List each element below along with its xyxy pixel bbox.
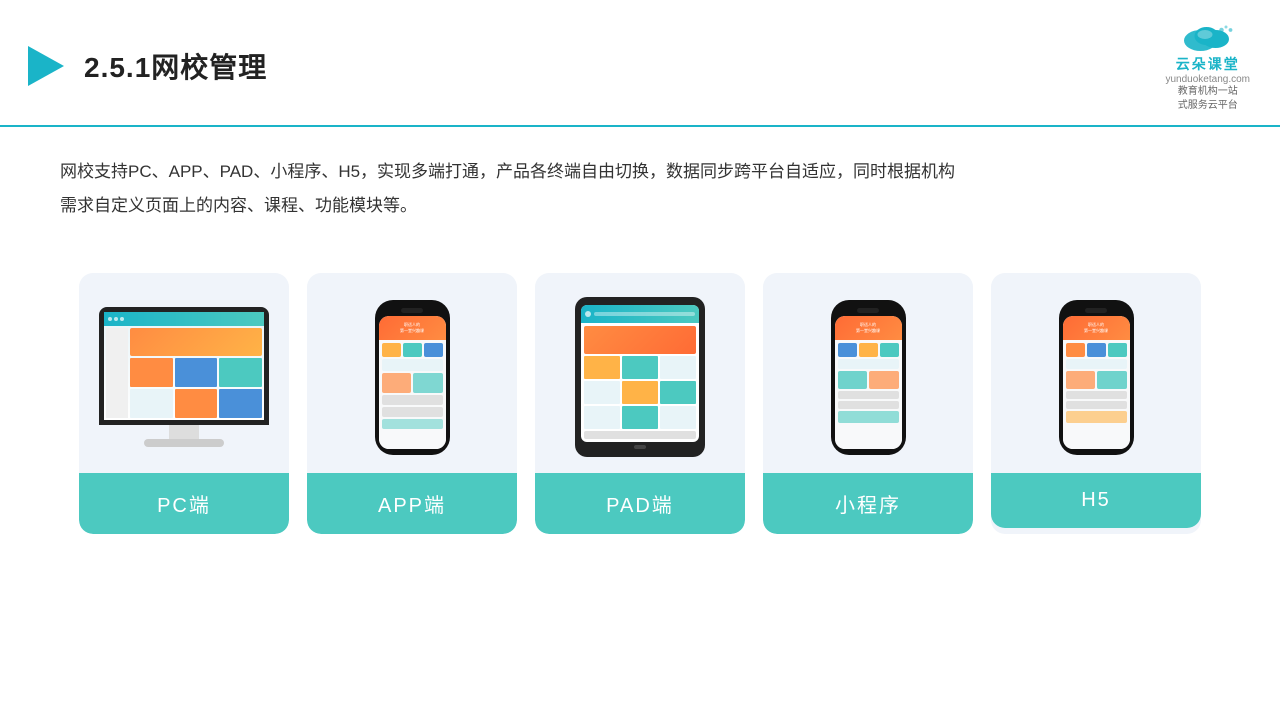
card-app-label: APP端 [307, 473, 517, 534]
logo-domain: yunduoketang.com [1165, 74, 1250, 85]
header-left: 2.5.1网校管理 [20, 42, 267, 90]
phone-miniapp: 职适人的第一堂兴趣课 [831, 300, 906, 455]
card-app: 职适人的第一堂兴趣课 [307, 273, 517, 534]
card-pc: PC端 [79, 273, 289, 534]
card-h5-image: 职适人的第一堂兴趣课 [991, 273, 1201, 473]
header: 2.5.1网校管理 云朵课堂 yunduoketang.com 教育机构一站 式… [0, 0, 1280, 127]
logo-name: 云朵课堂 [1176, 54, 1240, 74]
card-h5: 职适人的第一堂兴趣课 [991, 273, 1201, 534]
card-pad-label: PAD端 [535, 473, 745, 534]
phone-app: 职适人的第一堂兴趣课 [375, 300, 450, 455]
description-line2: 需求自定义页面上的内容、课程、功能模块等。 [60, 189, 1220, 223]
play-icon [20, 42, 68, 90]
phone-h5: 职适人的第一堂兴趣课 [1059, 300, 1134, 455]
tablet-pad [575, 297, 705, 457]
logo-sub: 教育机构一站 式服务云平台 [1178, 85, 1238, 113]
description-line1: 网校支持PC、APP、PAD、小程序、H5，实现多端打通，产品各终端自由切换，数… [60, 155, 1220, 189]
card-miniapp: 职适人的第一堂兴趣课 [763, 273, 973, 534]
cards-container: PC端 职适人的第一堂兴趣课 [0, 243, 1280, 554]
card-pc-image [79, 273, 289, 473]
card-miniapp-label: 小程序 [763, 473, 973, 534]
logo-area: 云朵课堂 yunduoketang.com 教育机构一站 式服务云平台 [1165, 18, 1250, 113]
page-title: 2.5.1网校管理 [84, 46, 267, 86]
logo-icon [1178, 18, 1238, 54]
card-app-image: 职适人的第一堂兴趣课 [307, 273, 517, 473]
pc-monitor [99, 307, 269, 447]
card-pc-label: PC端 [79, 473, 289, 534]
card-pad-image [535, 273, 745, 473]
card-pad: PAD端 [535, 273, 745, 534]
card-miniapp-image: 职适人的第一堂兴趣课 [763, 273, 973, 473]
description: 网校支持PC、APP、PAD、小程序、H5，实现多端打通，产品各终端自由切换，数… [0, 127, 1280, 233]
card-h5-label: H5 [991, 473, 1201, 528]
